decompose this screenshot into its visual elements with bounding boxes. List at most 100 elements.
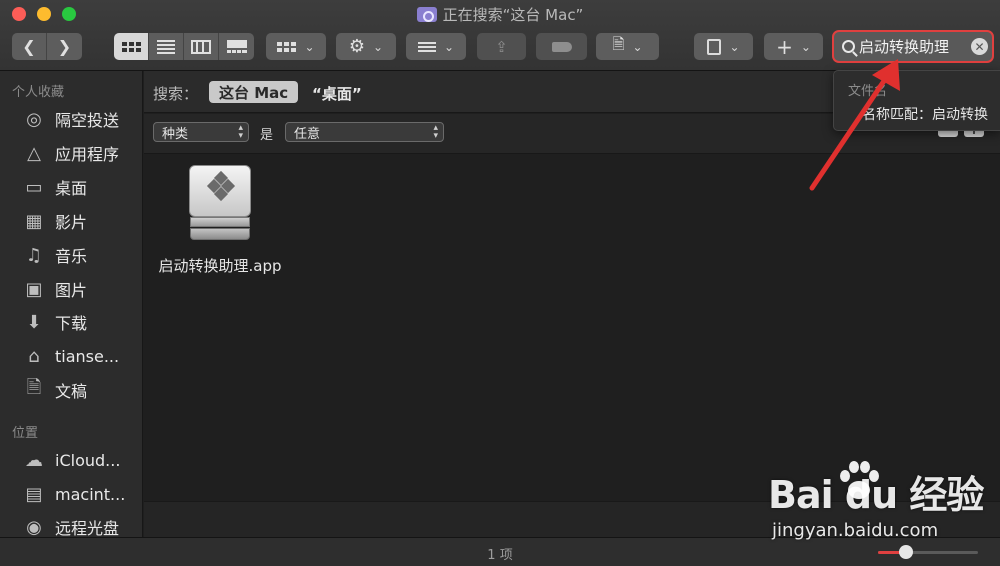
annotation-arrow-icon — [809, 59, 900, 191]
select-arrows-icon: ▴ ▾ — [238, 123, 243, 141]
search-icon — [842, 40, 855, 53]
list-view-button[interactable] — [149, 33, 184, 60]
sidebar-item-airdrop[interactable]: ◎ 隔空投送 — [22, 104, 142, 134]
nav-buttons: ❮ ❯ — [12, 33, 82, 60]
icloud-icon: ☁ — [25, 449, 43, 471]
sidebar-item-label: 应用程序 — [55, 145, 120, 164]
sidebar-item-label: 下载 — [55, 314, 88, 333]
documents-icon: 🗎 — [26, 377, 42, 398]
criteria-kind-value: 种类 — [162, 126, 189, 142]
sidebar-item-applications[interactable]: △ 应用程序 — [22, 138, 142, 168]
arrange-icon — [417, 41, 436, 52]
icon-size-slider[interactable] — [878, 545, 978, 559]
gallery-view-icon — [226, 39, 247, 54]
sidebar-item-label: 图片 — [55, 281, 88, 300]
sidebar-item-music[interactable]: ♫ 音乐 — [22, 240, 142, 270]
sidebar-item-label: iCloud... — [55, 450, 121, 470]
movies-icon: ▦ — [25, 210, 43, 232]
home-icon: ⌂ — [28, 345, 40, 367]
share-button[interactable]: ⇪ — [477, 33, 526, 60]
chevron-right-icon: ❯ — [57, 37, 72, 56]
plus-icon: + — [776, 34, 793, 59]
criteria-value-text: 任意 — [294, 126, 321, 142]
sidebar-item-documents[interactable]: 🗎 文稿 — [22, 375, 142, 405]
slider-knob[interactable] — [899, 545, 913, 559]
sidebar-item-icloud[interactable]: ☁ iCloud... — [22, 445, 142, 475]
column-view-icon — [191, 39, 211, 54]
back-button[interactable]: ❮ — [12, 33, 47, 60]
sidebar-item-macintosh-hd[interactable]: ▤ macint... — [22, 479, 142, 509]
smart-folder-icon — [416, 7, 437, 22]
scope-this-mac-button[interactable]: 这台 Mac — [209, 81, 299, 103]
chevron-down-icon: ⌄ — [304, 39, 315, 54]
action-button[interactable]: ⚙ ⌄ — [336, 33, 396, 60]
sidebar-item-label: 文稿 — [55, 382, 88, 401]
sidebar-item-label: 影片 — [55, 213, 88, 232]
clear-search-icon[interactable]: ✕ — [971, 38, 988, 55]
icon-view-button[interactable] — [114, 33, 149, 60]
criteria-kind-select[interactable]: 种类 ▴ ▾ — [153, 122, 249, 142]
sidebar-item-movies[interactable]: ▦ 影片 — [22, 206, 142, 236]
sidebar-item-label: tianse... — [55, 346, 120, 366]
sidebar-item-downloads[interactable]: ⬇ 下载 — [22, 307, 142, 337]
finder-window: 正在搜索“这台 Mac” ❮ ❯ ⌄ ⚙ ⌄ ⌄ ⇪ 🗎 ⌄ ⌄ + ⌄ 启动转… — [0, 0, 1000, 566]
tags-button[interactable] — [536, 33, 587, 60]
chevron-down-icon: ⌄ — [800, 39, 811, 54]
chevron-down-icon: ⌄ — [373, 39, 384, 54]
window-title: 正在搜索“这台 Mac” — [0, 4, 1000, 25]
gear-icon: ⚙ — [348, 36, 366, 57]
sidebar-item-label: macint... — [55, 484, 126, 504]
applications-icon: △ — [27, 142, 41, 164]
music-icon: ♫ — [25, 244, 43, 266]
sidebar-item-label: 远程光盘 — [55, 519, 120, 538]
archive-icon — [707, 38, 722, 55]
sidebar-item-label: 音乐 — [55, 247, 88, 266]
chevron-down-icon: ⌄ — [632, 39, 643, 54]
file-name: 启动转换助理.app — [158, 257, 282, 275]
boot-camp-assistant-icon — [189, 165, 251, 241]
scope-label: 搜索： — [153, 85, 199, 103]
icon-view-icon — [121, 41, 141, 52]
disk-icon: ▤ — [25, 483, 43, 505]
new-document-icon: 🗎 — [612, 35, 625, 53]
sidebar-section-favorites: 个人收藏 — [12, 85, 65, 100]
sidebar: 个人收藏 ◎ 隔空投送 △ 应用程序 ▭ 桌面 ▦ 影片 ♫ 音乐 ▣ 图片 ⬇… — [0, 71, 143, 538]
chevron-down-icon: ⌄ — [729, 39, 740, 54]
group-button[interactable]: ⌄ — [266, 33, 326, 60]
chevron-left-icon: ❮ — [22, 37, 36, 56]
arrange-button[interactable]: ⌄ — [406, 33, 466, 60]
select-arrows-icon: ▴ ▾ — [433, 123, 438, 141]
chevron-down-icon: ⌄ — [443, 39, 455, 54]
list-view-icon — [157, 39, 175, 54]
window-title-text: 正在搜索“这台 Mac” — [442, 6, 584, 24]
sidebar-item-label: 隔空投送 — [55, 111, 120, 130]
sidebar-item-home[interactable]: ⌂ tianse... — [22, 341, 142, 371]
scope-desktop-button[interactable]: “桌面” — [312, 83, 362, 104]
baidu-paw-icon — [840, 461, 879, 499]
file-item[interactable]: 启动转换助理.app — [154, 165, 286, 276]
item-count: 1 项 — [487, 548, 513, 563]
backup-button[interactable]: ⌄ — [694, 33, 753, 60]
share-icon: ⇪ — [495, 37, 508, 56]
sidebar-item-pictures[interactable]: ▣ 图片 — [22, 274, 142, 304]
desktop-icon: ▭ — [25, 176, 43, 198]
sidebar-item-desktop[interactable]: ▭ 桌面 — [22, 172, 142, 202]
watermark-url: jingyan.baidu.com — [772, 520, 939, 541]
downloads-icon: ⬇ — [26, 311, 42, 333]
watermark: Bai du 经验 jingyan.baidu.com — [768, 456, 988, 546]
tag-icon — [551, 41, 572, 52]
remote-disc-icon: ◉ — [26, 516, 42, 538]
sidebar-item-label: 桌面 — [55, 179, 88, 198]
group-icon — [277, 41, 297, 52]
gallery-view-button[interactable] — [219, 33, 254, 60]
criteria-is-label: 是 — [260, 128, 274, 143]
new-document-button[interactable]: 🗎 ⌄ — [596, 33, 659, 60]
sidebar-section-locations: 位置 — [12, 426, 39, 441]
forward-button[interactable]: ❯ — [47, 33, 82, 60]
criteria-value-select[interactable]: 任意 ▴ ▾ — [285, 122, 444, 142]
airdrop-icon: ◎ — [26, 108, 42, 130]
search-input[interactable] — [859, 37, 969, 56]
pictures-icon: ▣ — [25, 278, 43, 300]
view-mode-control — [114, 33, 254, 60]
column-view-button[interactable] — [184, 33, 219, 60]
